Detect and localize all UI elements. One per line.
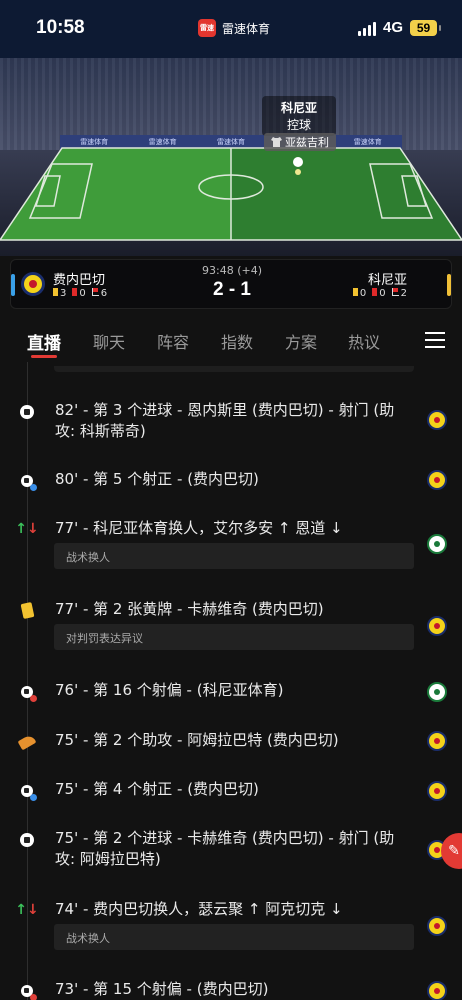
active-tab-indicator [31, 355, 57, 358]
away-stats: 0 0 2 [352, 288, 407, 299]
tab-discussion[interactable]: 热议 [348, 329, 380, 353]
corner-flag-icon [391, 288, 399, 296]
assist-boot-icon [17, 732, 37, 752]
tab-lineup[interactable]: 阵容 [157, 329, 189, 353]
yellow-card-icon [352, 288, 358, 296]
shirt-icon [271, 137, 282, 147]
home-team-crest-icon [427, 981, 447, 1000]
home-team-crest-icon [427, 616, 447, 636]
possession-player-name: 亚兹吉利 [285, 136, 329, 149]
home-team-crest-icon [427, 470, 447, 490]
feed-top-separator [54, 366, 414, 372]
substitution-icon: ↑ ↓ [15, 521, 39, 537]
shot-off-target-icon [17, 981, 37, 1000]
tab-plans[interactable]: 方案 [285, 329, 317, 353]
event-note: 战术换人 [54, 924, 414, 950]
home-team-crest-icon [427, 731, 447, 751]
possession-team: 科尼亚 [280, 101, 317, 115]
tab-live[interactable]: 直播 [27, 329, 61, 354]
status-bar: 10:58 雷速 雷速体育 4G 59 [0, 0, 462, 58]
tab-odds[interactable]: 指数 [221, 329, 253, 353]
away-team-name[interactable]: 科尼亚 [368, 269, 407, 288]
red-card-icon [372, 288, 378, 296]
pitch [0, 147, 462, 241]
away-team-crest-icon [427, 534, 447, 554]
possession-player: 亚兹吉利 [264, 133, 336, 151]
away-corners: 2 [391, 288, 407, 299]
event-text: 74' - 费内巴切换人，瑟云聚 ↑ 阿克切克 ↓ [55, 900, 343, 918]
score-bar[interactable]: 费内巴切 3 0 6 93:48 (+4) 2 - 1 科尼亚 0 0 2 [10, 259, 452, 309]
signal-icon [358, 22, 376, 36]
edit-icon: ✎ [448, 843, 460, 859]
away-yellow-cards: 0 [352, 288, 366, 299]
event-text: 77' - 第 2 张黄牌 - 卡赫维奇 (费内巴切) [55, 600, 324, 618]
app-badge: 雷速 雷速体育 [198, 19, 270, 37]
possession-indicator: 科尼亚 控球 [262, 96, 336, 136]
status-time: 10:58 [36, 17, 85, 38]
shot-on-target-icon [17, 471, 37, 491]
substitution-icon: ↑ ↓ [15, 902, 39, 918]
away-red-cards: 0 [372, 288, 386, 299]
tab-bar: 直播 聊天 阵容 指数 方案 热议 [0, 320, 462, 362]
event-text: 75' - 第 2 个助攻 - 阿姆拉巴特 (费内巴切) [55, 731, 339, 749]
live-event-feed[interactable]: 82' - 第 3 个进球 - 恩内斯里 (费内巴切) - 射门 (助攻: 科斯… [0, 362, 462, 1000]
network-type: 4G [383, 19, 404, 36]
battery-icon: 59 [410, 20, 441, 36]
home-team-crest-icon [427, 916, 447, 936]
yellow-card-icon [17, 600, 37, 620]
goal-icon [17, 830, 37, 850]
event-text: 75' - 第 4 个射正 - (费内巴切) [55, 780, 259, 798]
event-text: 76' - 第 16 个射偏 - (科尼亚体育) [55, 681, 284, 699]
event-text: 80' - 第 5 个射正 - (费内巴切) [55, 470, 259, 488]
event-text: 82' - 第 3 个进球 - 恩内斯里 (费内巴切) - 射门 (助攻: 科斯… [55, 401, 395, 440]
app-name: 雷速体育 [222, 21, 271, 36]
event-text: 77' - 科尼亚体育换人，艾尔多安 ↑ 恩道 ↓ [55, 519, 343, 537]
app-logo-icon: 雷速 [198, 19, 216, 37]
event-text: 73' - 第 15 个射偏 - (费内巴切) [55, 980, 269, 998]
menu-icon[interactable] [425, 332, 445, 348]
event-note: 对判罚表达异议 [54, 624, 414, 650]
home-team-crest-icon [427, 410, 447, 430]
shot-off-target-icon [17, 682, 37, 702]
tab-chat[interactable]: 聊天 [93, 329, 125, 353]
away-team-crest-icon [427, 682, 447, 702]
event-text: 75' - 第 2 个进球 - 卡赫维奇 (费内巴切) - 射门 (助攻: 阿姆… [55, 829, 395, 868]
event-note: 战术换人 [54, 543, 414, 569]
goal-icon [17, 402, 37, 422]
possession-state: 控球 [286, 118, 311, 132]
shot-on-target-icon [17, 781, 37, 801]
home-team-crest-icon [427, 781, 447, 801]
